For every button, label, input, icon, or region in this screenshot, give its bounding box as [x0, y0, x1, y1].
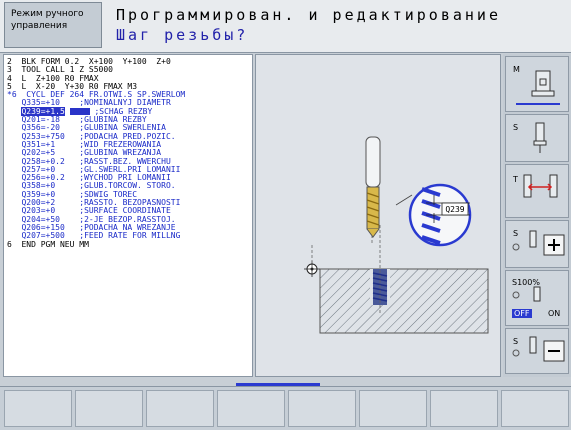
- machine-icon: [516, 70, 560, 105]
- m-function-softkey[interactable]: M: [505, 56, 569, 112]
- program-editor[interactable]: 2 BLK FORM 0.2 X+100 Y+100 Z+0 3 TOOL CAL…: [3, 54, 253, 377]
- page-title: Программирован. и редактирование: [116, 6, 501, 24]
- softkey-4[interactable]: [217, 390, 285, 427]
- softkey-3[interactable]: [146, 390, 214, 427]
- override-on-label[interactable]: ON: [548, 309, 560, 318]
- spindle-plus-icon: [512, 230, 565, 256]
- mode-indicator: Режим ручного управления: [4, 2, 102, 48]
- program-line[interactable]: 6 END PGM NEU MM: [4, 240, 252, 249]
- spindle-minus-icon: [512, 336, 565, 362]
- thread-milling-illustration: Q239: [304, 136, 489, 334]
- softkey-1[interactable]: [4, 390, 72, 427]
- input-cursor: [69, 107, 90, 115]
- spindle-icon: [533, 122, 547, 153]
- mode-label-line2: управления: [11, 21, 68, 31]
- workpiece-block: [319, 268, 489, 334]
- softkey-7[interactable]: [430, 390, 498, 427]
- override-off-label[interactable]: OFF: [512, 309, 532, 318]
- right-softkey-bar: M S T S S100% OFF ON S: [503, 54, 571, 377]
- q239-label: Q239: [445, 205, 464, 214]
- spindle-plus-softkey[interactable]: S: [505, 220, 569, 268]
- t-tool-softkey[interactable]: T: [505, 164, 569, 218]
- override-icon: [512, 286, 541, 302]
- cycle-help-graphic: Q239: [255, 54, 501, 377]
- tool-shank: [365, 136, 381, 188]
- softkey-2[interactable]: [75, 390, 143, 427]
- softkey-5[interactable]: [288, 390, 356, 427]
- spindle-override-softkey[interactable]: S100% OFF ON: [505, 270, 569, 326]
- softkey-8[interactable]: [501, 390, 569, 427]
- softkey-6[interactable]: [359, 390, 427, 427]
- spindle-minus-softkey[interactable]: S: [505, 328, 569, 374]
- tool-change-icon: [523, 174, 558, 198]
- s-spindle-softkey[interactable]: S: [505, 114, 569, 162]
- mode-label-line1: Режим ручного: [11, 9, 84, 19]
- input-prompt: Шаг резьбы?: [116, 26, 249, 44]
